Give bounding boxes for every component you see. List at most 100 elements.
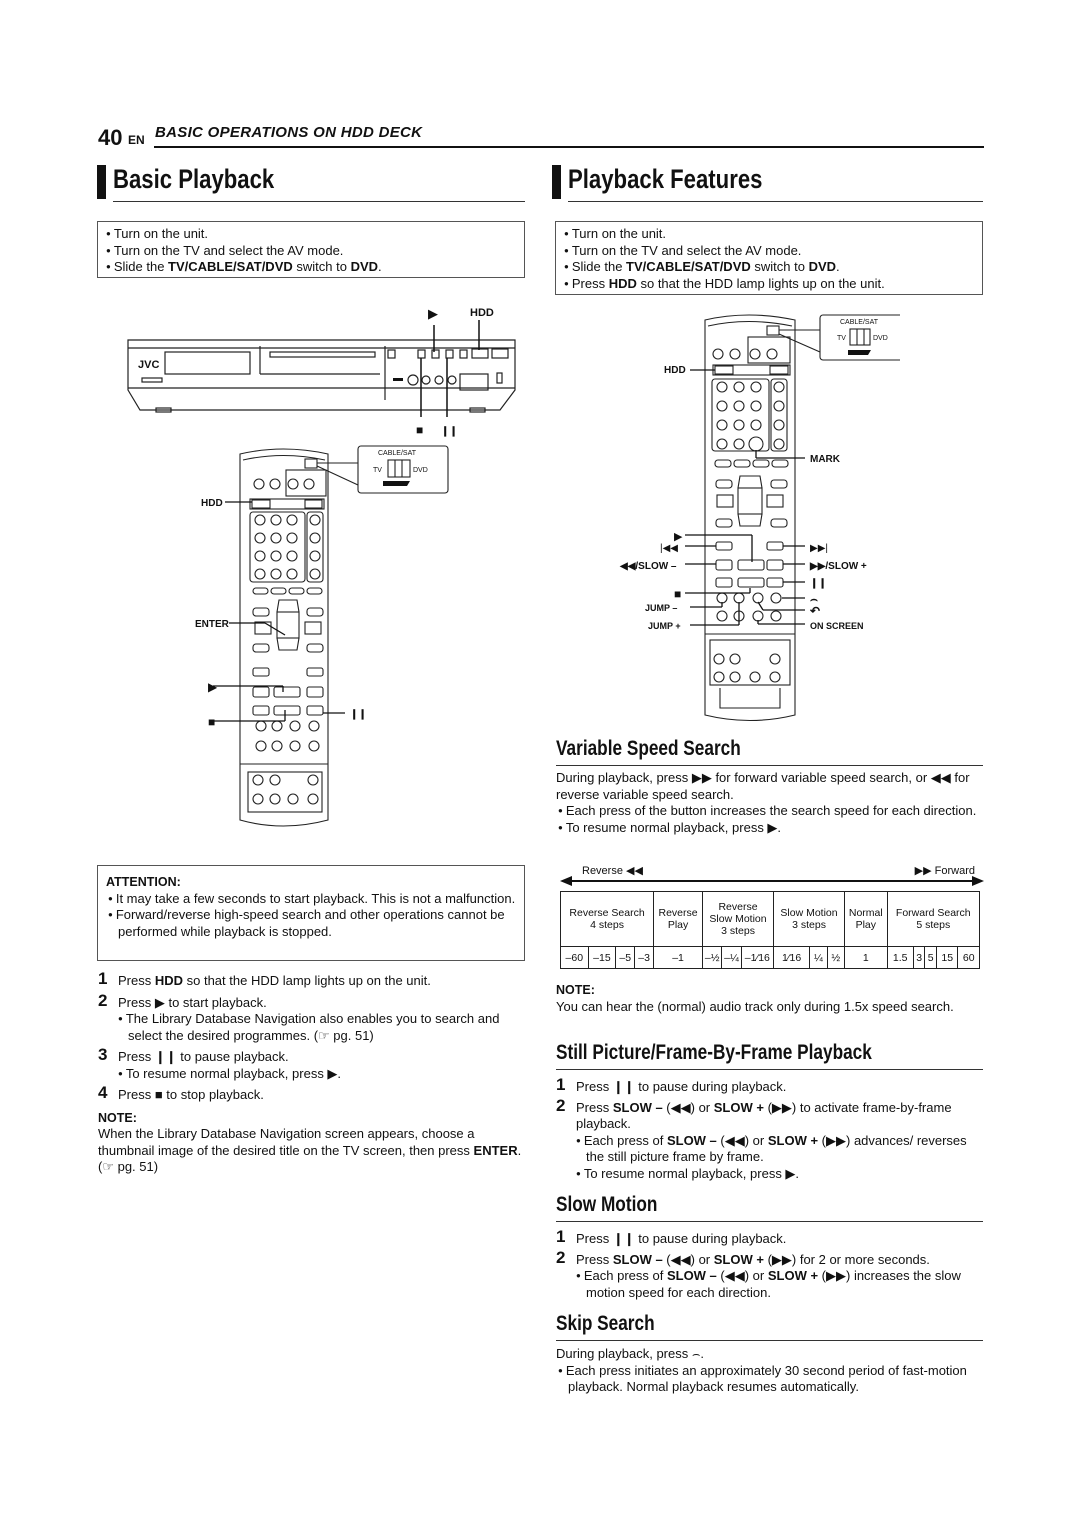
variable-speed-note: NOTE: You can hear the (normal) audio tr… — [556, 982, 986, 1015]
step-4: 4 Press ■ to stop playback. — [98, 1083, 264, 1102]
title-underline — [568, 201, 983, 202]
section-underline — [556, 765, 983, 766]
speed-group-label: Reverse Play — [653, 891, 704, 947]
title-bar-marker — [552, 165, 561, 199]
switch-label-cable-sat: CABLE/SAT — [378, 450, 417, 457]
speed-value: –3 — [634, 946, 655, 969]
direction-arrow — [560, 876, 984, 886]
skip-search-body: During playback, press ⌢. Each press ini… — [556, 1346, 986, 1396]
brand-logo: JVC — [138, 359, 159, 371]
deck-play-label: ▶ — [428, 306, 438, 321]
note-text: You can hear the (normal) audio track on… — [556, 998, 954, 1014]
remote-on-screen-label: ON SCREEN — [810, 621, 864, 631]
step-3: 3 Press ❙❙ to pause playback. — [98, 1045, 289, 1064]
still-picture-steps: 1 Press ❙❙ to pause during playback. 2 Pre… — [556, 1075, 986, 1182]
speed-group-label: Reverse Slow Motion 3 steps — [702, 891, 775, 947]
speed-group-label: Reverse Search 4 steps — [559, 891, 655, 947]
remote-enter-label: ENTER — [195, 619, 230, 630]
section-underline — [556, 1340, 983, 1341]
switch-label-tv: TV — [373, 467, 382, 474]
remote-hdd-label: HDD — [201, 498, 223, 509]
remote-pause-label: ❙❙ — [350, 709, 367, 720]
speed-value: –15 — [587, 946, 617, 969]
remote-jump-minus-label: JUMP – — [645, 603, 677, 613]
step-1: 1 Press HDD so that the HDD lamp lights u… — [98, 969, 431, 988]
speed-value: –1⁄16 — [740, 946, 775, 969]
section-underline — [556, 1069, 983, 1070]
attention-item: It may take a few seconds to start playb… — [106, 891, 516, 908]
speed-value: –½ — [702, 946, 723, 969]
skip-search-title: Skip Search — [556, 1312, 655, 1335]
speed-group-label: Slow Motion 3 steps — [773, 891, 846, 947]
note-heading: NOTE: — [556, 983, 595, 997]
speed-value: –5 — [615, 946, 636, 969]
header-rule — [154, 146, 984, 148]
note-text: When the Library Database Navigation scr… — [98, 1126, 522, 1174]
step-2: 2 Press SLOW – (◀◀) or SLOW + (▶▶) for 2 … — [556, 1247, 930, 1267]
step-2: 2 Press SLOW – (◀◀) or SLOW + (▶▶) to act… — [556, 1095, 952, 1131]
remote-play-label: ▶ — [674, 531, 683, 543]
variable-speed-bullet: Each press of the button increases the s… — [556, 803, 986, 820]
attention-item: Forward/reverse high-speed search and ot… — [106, 907, 516, 940]
section-underline — [556, 1221, 983, 1222]
skip-search-bullet: Each press initiates an approximately 30… — [556, 1363, 986, 1396]
prep-item: Press HDD so that the HDD lamp lights up… — [564, 276, 974, 293]
step-2: 2 Press ▶ to start playback. — [98, 990, 267, 1010]
title-bar-marker — [97, 165, 106, 199]
attention-heading: ATTENTION: — [106, 875, 181, 889]
speed-value: 1⁄16 — [773, 946, 811, 969]
remote-stop-label: ■ — [674, 587, 681, 601]
remote-next-label: ▶▶| — [810, 543, 828, 554]
dvd-recorder-illustration: JVC ▶ HDD ■ ❙❙ — [127, 306, 516, 437]
prep-item: Slide the TV/CABLE/SAT/DVD switch to DVD… — [564, 259, 974, 276]
still-picture-title: Still Picture/Frame-By-Frame Playback — [556, 1041, 872, 1064]
skip-search-intro: During playback, press ⌢. — [556, 1346, 705, 1361]
remote-jump-plus-label: JUMP + — [648, 621, 681, 631]
remote-prev-label: |◀◀ — [660, 543, 678, 554]
remote-control-illustration: CABLE/SAT TV DVD HDD ENTER ▶ ■ ❙❙ — [195, 445, 449, 827]
speed-value: 1 — [844, 946, 888, 969]
basic-playback-steps: 1 Press HDD so that the HDD lamp lights u… — [98, 969, 528, 1176]
step-1: 1 Press ❙❙ to pause during playback. — [556, 1227, 787, 1246]
speed-table: Reverse Search 4 steps Reverse Play Reverse S… — [559, 891, 981, 969]
section-title: BASIC OPERATIONS ON HDD DECK — [155, 124, 423, 141]
language-code: EN — [128, 133, 145, 147]
step-2-note: The Library Database Navigation also ena… — [98, 1011, 528, 1044]
variable-speed-title: Variable Speed Search — [556, 737, 741, 760]
prep-item: Turn on the unit. — [106, 226, 516, 243]
remote-pause-label: ❙❙ — [810, 578, 827, 589]
attention-box: ATTENTION: It may take a few seconds to … — [97, 865, 525, 961]
title-underline — [113, 201, 525, 202]
deck-pause-label: ❙❙ — [441, 426, 458, 437]
slow-motion-title: Slow Motion — [556, 1193, 658, 1216]
slow-motion-steps: 1 Press ❙❙ to pause during playback. 2 Pre… — [556, 1227, 986, 1301]
speed-value: –¼ — [721, 946, 742, 969]
remote-mark-label: MARK — [810, 454, 841, 465]
switch-label-dvd: DVD — [413, 467, 428, 474]
prep-box: Turn on the unit. Turn on the TV and sel… — [97, 221, 525, 278]
speed-value: 60 — [957, 946, 980, 969]
playback-features-title: Playback Features — [568, 164, 763, 194]
speed-value: 5 — [924, 946, 937, 969]
step-3-note: To resume normal playback, press ▶. — [98, 1066, 528, 1083]
speed-value: –60 — [560, 946, 589, 969]
switch-label-dvd: DVD — [873, 335, 888, 342]
speed-value: –1 — [653, 946, 704, 969]
remote-hdd-label: HDD — [664, 365, 686, 376]
speed-value: ½ — [826, 946, 846, 969]
switch-label-cable-sat: CABLE/SAT — [840, 319, 879, 326]
remote-play-label: ▶ — [208, 680, 218, 694]
basic-playback-title: Basic Playback — [113, 164, 275, 194]
prep-box: Turn on the unit. Turn on the TV and sel… — [555, 221, 983, 295]
speed-value: 1.5 — [886, 946, 914, 969]
step-2-note: Each press of SLOW – (◀◀) or SLOW + (▶▶)… — [556, 1268, 986, 1301]
page-number: 40 — [98, 125, 123, 150]
deck-stop-label: ■ — [416, 423, 423, 437]
step-1: 1 Press ❙❙ to pause during playback. — [556, 1075, 787, 1094]
prep-item: Turn on the unit. — [564, 226, 974, 243]
variable-speed-intro: During playback, press ▶▶ for forward va… — [556, 770, 970, 802]
prep-item: Turn on the TV and select the AV mode. — [564, 243, 974, 260]
step-2-note: Each press of SLOW – (◀◀) or SLOW + (▶▶)… — [556, 1133, 986, 1166]
prep-item: Slide the TV/CABLE/SAT/DVD switch to DVD… — [106, 259, 516, 276]
variable-speed-body: During playback, press ▶▶ for forward va… — [556, 770, 986, 836]
